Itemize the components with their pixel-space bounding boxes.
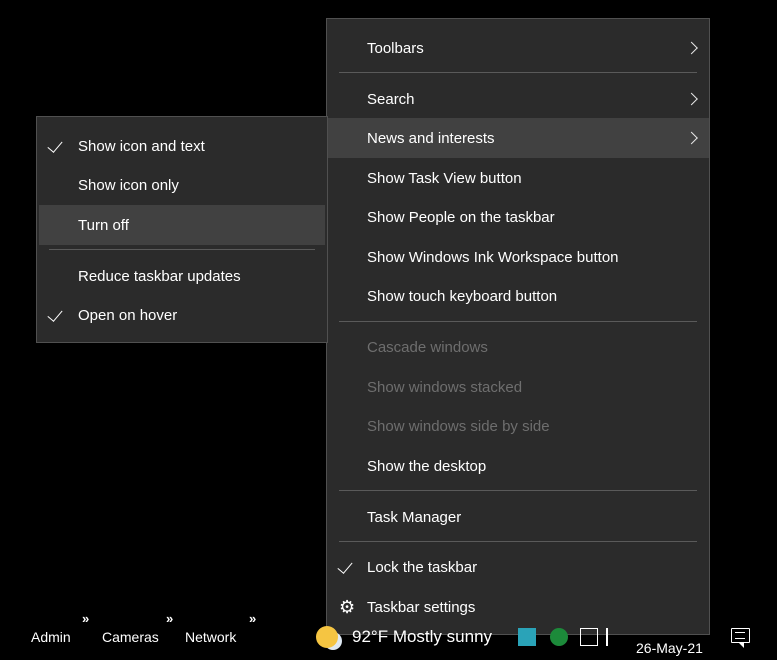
menu-item-search[interactable]: Search <box>327 79 709 119</box>
menu-item-show-ink-workspace[interactable]: Show Windows Ink Workspace button <box>327 237 709 277</box>
menu-item-show-task-view[interactable]: Show Task View button <box>327 158 709 198</box>
news-and-interests-submenu: Show icon and text Show icon only Turn o… <box>36 116 328 343</box>
notification-icon[interactable] <box>731 628 750 648</box>
menu-item-label: Show windows stacked <box>367 378 523 396</box>
menu-item-taskbar-settings[interactable]: ⚙ Taskbar settings <box>327 587 709 627</box>
menu-item-label: Task Manager <box>367 508 462 526</box>
submenu-item-turn-off[interactable]: Turn off <box>39 205 325 245</box>
submenu-item-show-icon-and-text[interactable]: Show icon and text <box>37 126 327 166</box>
desktop: Toolbars Search News and interests Show … <box>0 0 777 660</box>
menu-item-show-touch-keyboard[interactable]: Show touch keyboard button <box>327 276 709 316</box>
taskbar-context-menu: Toolbars Search News and interests Show … <box>326 18 710 635</box>
menu-item-news-and-interests[interactable]: News and interests <box>327 118 709 158</box>
checkmark-icon <box>337 558 353 574</box>
checkmark-icon <box>47 306 63 322</box>
menu-item-label: Show Task View button <box>367 169 522 187</box>
menu-separator <box>339 72 697 73</box>
menu-item-show-windows-side-by-side: Show windows side by side <box>327 406 709 446</box>
toolbar-network[interactable]: Network <box>185 629 236 645</box>
menu-item-show-desktop[interactable]: Show the desktop <box>327 446 709 486</box>
submenu-item-label: Show icon only <box>78 176 179 194</box>
taskbar-date[interactable]: 26-May-21 <box>636 640 703 656</box>
weather-icon[interactable] <box>316 626 338 648</box>
defender-shield-icon[interactable] <box>550 628 568 646</box>
tray-app-icon[interactable] <box>518 628 536 646</box>
toolbar-expand-icon[interactable]: » <box>82 611 89 626</box>
menu-item-cascade-windows: Cascade windows <box>327 327 709 367</box>
volume-icon[interactable] <box>606 628 624 646</box>
menu-item-label: News and interests <box>367 129 495 147</box>
menu-item-show-people[interactable]: Show People on the taskbar <box>327 197 709 237</box>
toolbar-admin[interactable]: Admin <box>31 629 71 645</box>
menu-item-show-windows-stacked: Show windows stacked <box>327 367 709 407</box>
menu-item-label: Taskbar settings <box>367 598 476 616</box>
checkmark-icon <box>47 137 63 153</box>
menu-item-toolbars[interactable]: Toolbars <box>327 28 709 68</box>
notification-lines <box>735 632 745 639</box>
weather-text[interactable]: 92°F Mostly sunny <box>352 627 492 647</box>
toolbar-expand-icon[interactable]: » <box>249 611 256 626</box>
menu-item-label: Search <box>367 90 415 108</box>
menu-item-label: Show windows side by side <box>367 417 550 435</box>
menu-item-label: Toolbars <box>367 39 424 57</box>
menu-item-label: Cascade windows <box>367 338 488 356</box>
menu-item-label: Show touch keyboard button <box>367 287 558 305</box>
menu-separator <box>49 249 315 250</box>
toolbar-expand-icon[interactable]: » <box>166 611 173 626</box>
submenu-item-label: Show icon and text <box>78 137 205 155</box>
menu-item-task-manager[interactable]: Task Manager <box>327 497 709 537</box>
menu-separator <box>339 490 697 491</box>
menu-separator <box>339 321 697 322</box>
chevron-right-icon <box>685 131 698 145</box>
submenu-item-label: Reduce taskbar updates <box>78 267 241 285</box>
gear-icon: ⚙ <box>339 597 356 617</box>
submenu-item-label: Open on hover <box>78 306 178 324</box>
chevron-right-icon <box>685 41 698 55</box>
menu-item-label: Show Windows Ink Workspace button <box>367 248 619 266</box>
submenu-item-label: Turn off <box>78 216 129 234</box>
submenu-item-show-icon-only[interactable]: Show icon only <box>37 165 327 205</box>
toolbar-cameras[interactable]: Cameras <box>102 629 159 645</box>
chevron-right-icon <box>685 92 698 106</box>
menu-item-lock-taskbar[interactable]: Lock the taskbar <box>327 547 709 587</box>
menu-item-label: Show People on the taskbar <box>367 208 555 226</box>
menu-item-label: Show the desktop <box>367 457 487 475</box>
network-icon[interactable] <box>580 628 598 646</box>
submenu-item-open-on-hover[interactable]: Open on hover <box>37 295 327 335</box>
menu-item-label: Lock the taskbar <box>367 558 478 576</box>
menu-separator <box>339 541 697 542</box>
submenu-item-reduce-updates[interactable]: Reduce taskbar updates <box>37 256 327 296</box>
